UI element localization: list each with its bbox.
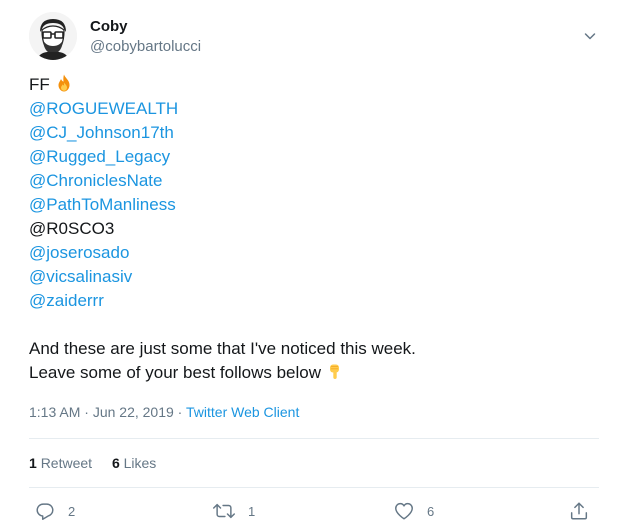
tweet-meta: 1:13 AM · Jun 22, 2019 · Twitter Web Cli… <box>29 404 299 420</box>
mention-link[interactable]: @vicsalinasiv <box>29 267 132 286</box>
mention-link[interactable]: @CJ_Johnson17th <box>29 123 174 142</box>
like-button[interactable]: 6 <box>393 500 434 522</box>
reply-button[interactable]: 2 <box>34 500 75 522</box>
mention-link[interactable]: @joserosado <box>29 243 129 262</box>
more-options-caret[interactable] <box>580 26 600 46</box>
likes-stat[interactable]: 6 Likes <box>112 455 156 471</box>
tweet-card: Coby @cobybartolucci FF @ROGUEWEALTH @CJ_J… <box>0 0 631 529</box>
avatar[interactable] <box>29 12 77 60</box>
mention-link[interactable]: @ChroniclesNate <box>29 171 162 190</box>
meta-separator: · <box>80 404 93 420</box>
avatar-illustration <box>29 12 77 60</box>
tweet-stats: 1 Retweet 6 Likes <box>29 455 172 471</box>
user-handle[interactable]: @cobybartolucci <box>90 38 201 55</box>
tweet-line: @PathToManliness <box>29 193 589 217</box>
retweets-label: Retweet <box>40 455 93 471</box>
tweet-text-span: Leave some of your best follows below <box>29 363 321 382</box>
tweet-line: And these are just some that I've notice… <box>29 337 589 361</box>
retweet-button[interactable]: 1 <box>212 500 255 522</box>
retweets-stat[interactable]: 1 Retweet <box>29 455 92 471</box>
tweet-text-span: @R0SCO3 <box>29 219 115 238</box>
tweet-line: @CJ_Johnson17th <box>29 121 589 145</box>
mention-link[interactable]: @PathToManliness <box>29 195 176 214</box>
display-name[interactable]: Coby <box>90 18 128 35</box>
tweet-date[interactable]: Jun 22, 2019 <box>93 404 174 420</box>
tweet-line: Leave some of your best follows below <box>29 361 589 385</box>
likes-count: 6 <box>111 455 120 471</box>
tweet-line: @joserosado <box>29 241 589 265</box>
tweet-line: FF <box>29 73 589 97</box>
mention-link[interactable]: @ROGUEWEALTH <box>29 99 178 118</box>
divider <box>29 487 599 488</box>
mention-link[interactable]: @zaiderrr <box>29 291 104 310</box>
share-icon <box>570 502 588 520</box>
chevron-down-icon <box>584 33 596 40</box>
like-count: 6 <box>427 503 435 519</box>
meta-separator: · <box>173 404 186 420</box>
tweet-line: @vicsalinasiv <box>29 265 589 289</box>
mention-link[interactable]: @Rugged_Legacy <box>29 147 170 166</box>
tweet-line: @ChroniclesNate <box>29 169 589 193</box>
fire-emoji-icon <box>54 73 74 100</box>
tweet-time[interactable]: 1:13 AM <box>29 404 80 420</box>
retweet-count: 1 <box>248 503 256 519</box>
divider <box>29 438 599 439</box>
tweet-line: @ROGUEWEALTH <box>29 97 589 121</box>
retweets-count: 1 <box>29 455 37 471</box>
tweet-line: @R0SCO3 <box>29 217 589 241</box>
retweet-icon <box>213 503 235 519</box>
heart-icon <box>395 502 413 520</box>
tweet-line: @Rugged_Legacy <box>29 145 589 169</box>
reply-icon <box>36 503 54 520</box>
likes-label: Likes <box>123 455 157 471</box>
tweet-text: FF @ROGUEWEALTH @CJ_Johnson17th @Rugged_Leg… <box>29 73 589 385</box>
tweet-line: @zaiderrr <box>29 289 589 313</box>
tweet-source-link[interactable]: Twitter Web Client <box>186 404 299 420</box>
point-down-emoji-icon <box>325 361 345 388</box>
reply-count: 2 <box>68 503 76 519</box>
share-button[interactable] <box>568 500 590 522</box>
tweet-text-span: FF <box>29 75 50 94</box>
tweet-text-span: And these are just some that I've notice… <box>29 339 416 358</box>
